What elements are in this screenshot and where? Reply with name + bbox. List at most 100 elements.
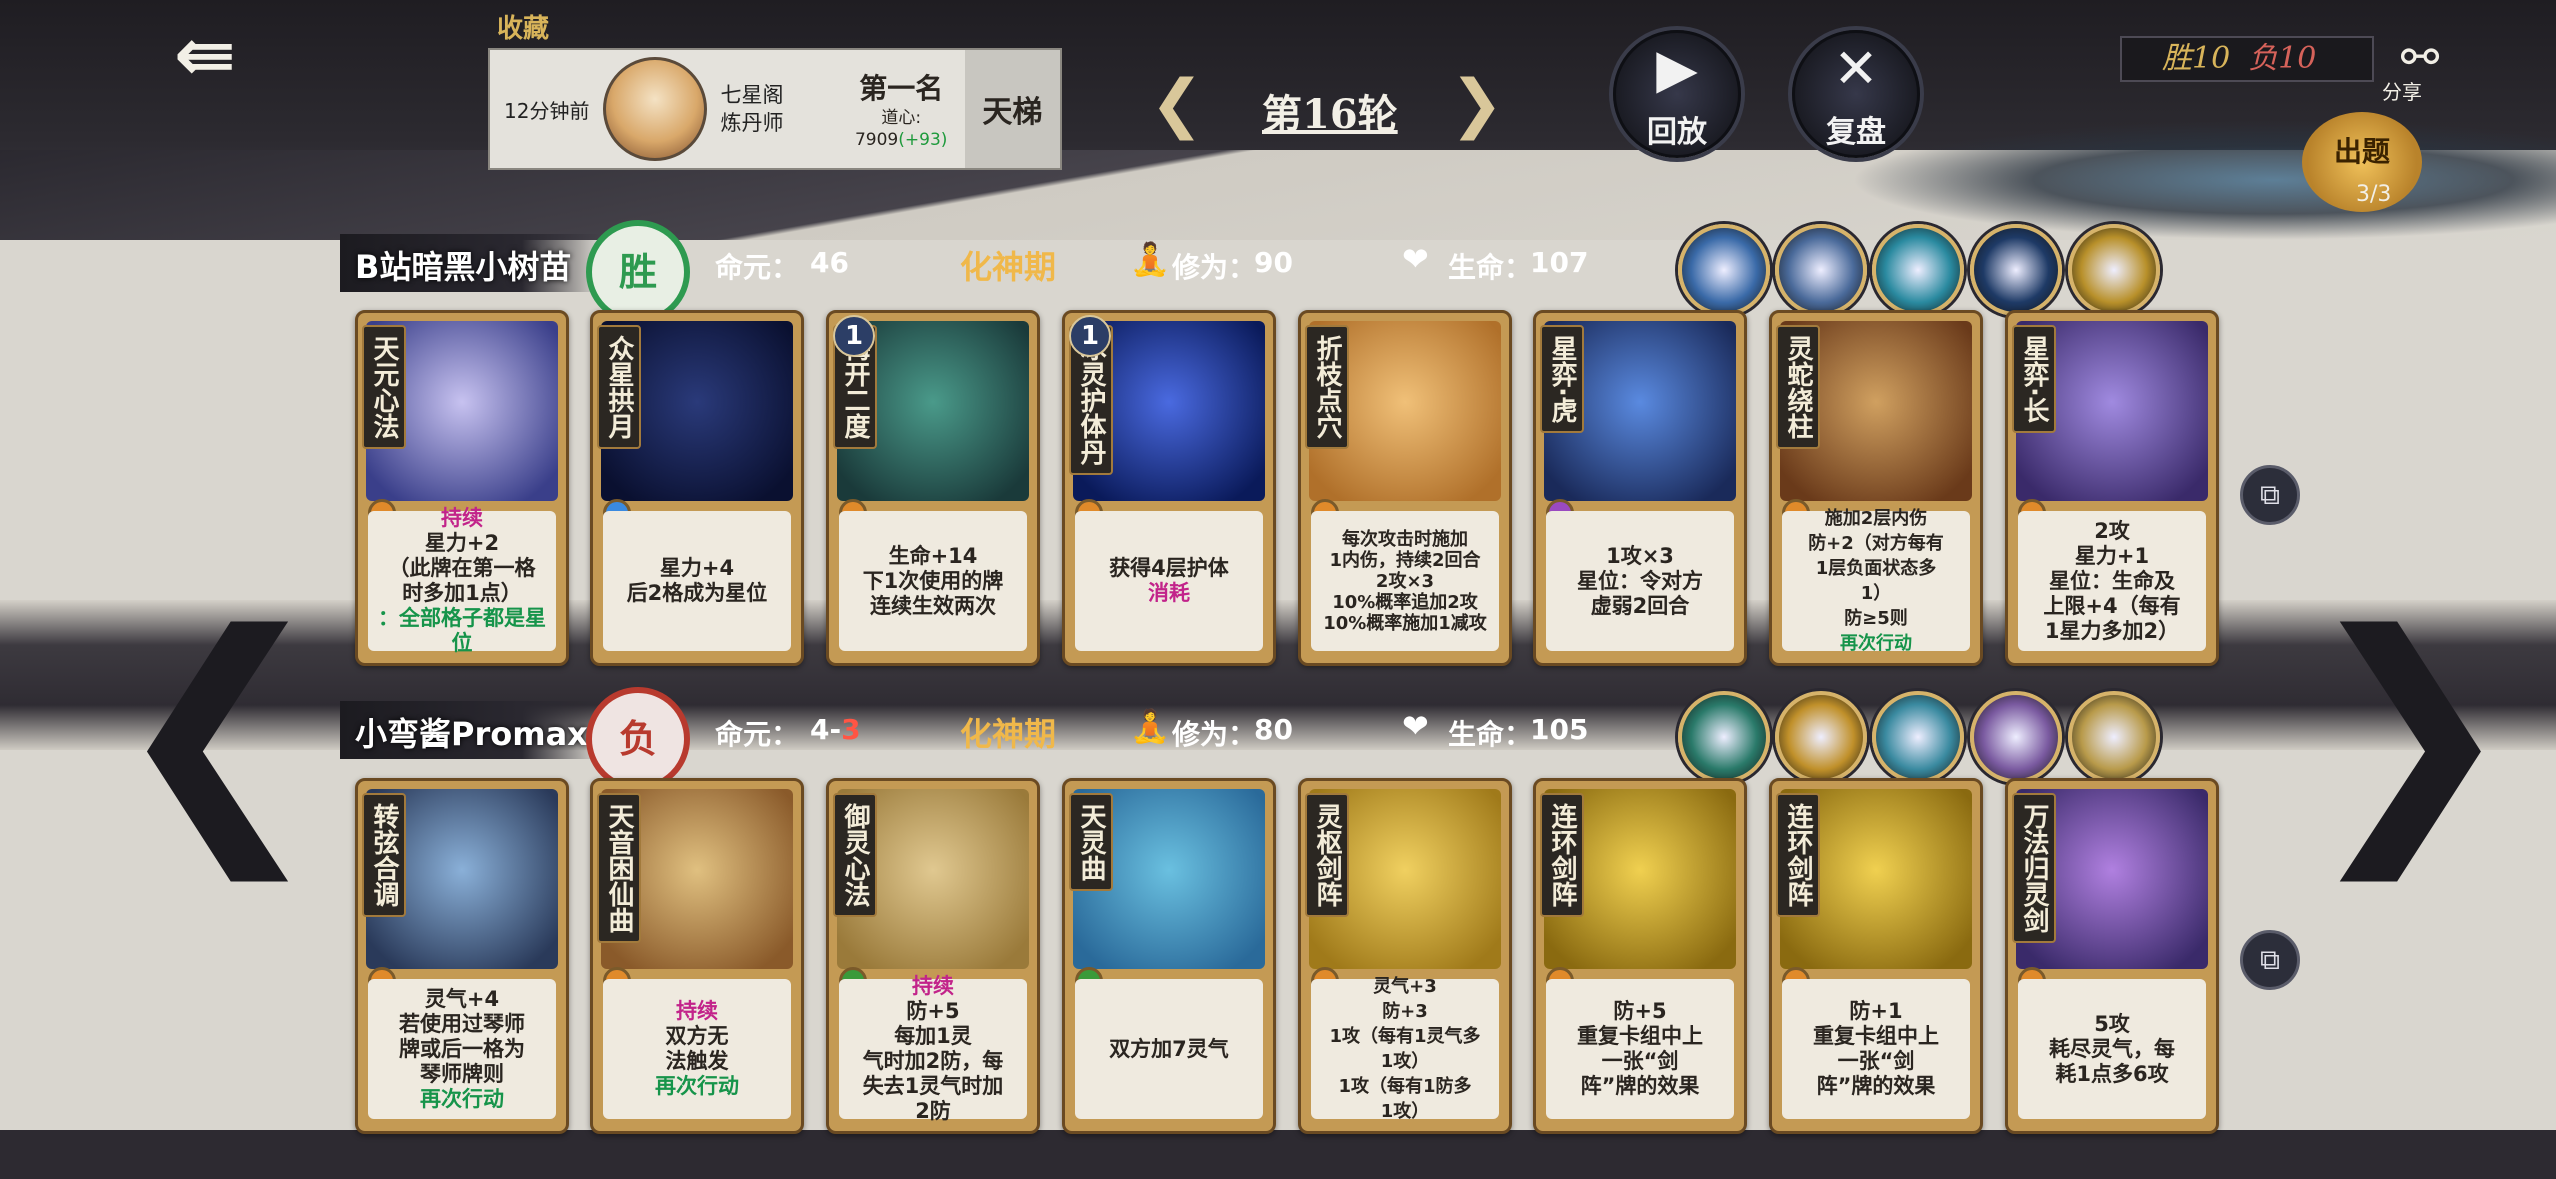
card-text-line: 时多加1点） bbox=[402, 581, 522, 605]
card[interactable]: 灵枢剑阵 灵气+3 防+3 1攻（每有1灵气多 1攻） 1攻（每有1防多 1攻） bbox=[1298, 778, 1512, 1134]
relic-icon[interactable] bbox=[1678, 691, 1770, 783]
cultivation-label: 修为： bbox=[1172, 718, 1257, 751]
card-description-body: 双方加7灵气 bbox=[1109, 1037, 1229, 1062]
prev-round-chevron-icon[interactable]: ❮ bbox=[1150, 72, 1204, 136]
card-description: 星力+4 后2格成为星位 bbox=[603, 511, 791, 651]
card[interactable]: 折枝点穴 每次攻击时施加 1内伤，持续2回合 2攻×3 10%概率追加2攻 10%概率施加… bbox=[1298, 310, 1512, 666]
card-text-line: 每次攻击时施加 bbox=[1341, 528, 1468, 550]
card-description: 每次攻击时施加 1内伤，持续2回合 2攻×3 10%概率追加2攻 10%概率施加1减攻 bbox=[1311, 511, 1499, 651]
relic-icon[interactable] bbox=[1678, 224, 1770, 316]
copy-deck-icon[interactable]: ⧉ bbox=[2240, 930, 2300, 990]
card-description-body: 防+1 重复卡组中上 一张“剑 阵”牌的效果 bbox=[1813, 999, 1939, 1099]
player-summary-box: 12分钟前 七星阁 炼丹师 第一名 道心: 7909(+93) 天梯 bbox=[488, 48, 1062, 170]
back-arrow-icon[interactable]: ⇚ bbox=[150, 18, 260, 92]
card-text-line: 施加2层内伤 bbox=[1824, 508, 1928, 529]
card[interactable]: 转弦合调灵气+4 若使用过琴师 牌或后一格为 琴师牌则 再次行动 bbox=[355, 778, 569, 1134]
losses-count: 负10 bbox=[2248, 41, 2317, 76]
ladder-label: 天梯 bbox=[964, 50, 1060, 168]
relic-icon[interactable] bbox=[1775, 691, 1867, 783]
card-description: 灵气+4 若使用过琴师 牌或后一格为 琴师牌则 再次行动 bbox=[368, 979, 556, 1119]
life-delta: 3 bbox=[841, 713, 861, 746]
card-name: 天音困仙曲 bbox=[597, 793, 641, 943]
next-round-chevron-icon[interactable]: ❯ bbox=[1450, 72, 1504, 136]
card-text-line: 星位：令对方 bbox=[1577, 568, 1703, 593]
card[interactable]: 天灵曲 双方加7灵气 bbox=[1062, 778, 1276, 1134]
relic-icon[interactable] bbox=[1872, 691, 1964, 783]
copy-deck-icon[interactable]: ⧉ bbox=[2240, 465, 2300, 525]
card[interactable]: 众星拱月星力+4 后2格成为星位 bbox=[590, 310, 804, 666]
card-text-line: 耗尽灵气，每 bbox=[2049, 1036, 2175, 1061]
card-name: 转弦合调 bbox=[362, 793, 406, 917]
share-label[interactable]: 分享 bbox=[2382, 76, 2422, 105]
card-description: 防+5 重复卡组中上 一张“剑 阵”牌的效果 bbox=[1546, 979, 1734, 1119]
cultivation-stage: 化神期 bbox=[960, 715, 1057, 753]
life-label: 命元： bbox=[715, 718, 800, 751]
card-keyword: ：全部格子都是星位 bbox=[378, 606, 546, 655]
card-text-line: （此牌在第一格 bbox=[388, 556, 536, 580]
card[interactable]: 万法归灵剑 5攻 耗尽灵气，每 耗1点多6攻 bbox=[2005, 778, 2219, 1134]
card-description: 生命+14 下1次使用的牌 连续生效两次 bbox=[839, 511, 1027, 651]
play-icon: ▶ bbox=[1656, 37, 1698, 100]
card-text-line: 耗1点多6攻 bbox=[2055, 1061, 2169, 1086]
replay-button[interactable]: ▶ 回放 bbox=[1613, 30, 1741, 158]
card-description: 灵气+3 防+3 1攻（每有1灵气多 1攻） 1攻（每有1防多 1攻） bbox=[1311, 976, 1499, 1122]
card[interactable]: 连环剑阵 防+5 重复卡组中上 一张“剑 阵”牌的效果 bbox=[1533, 778, 1747, 1134]
relic-icon[interactable] bbox=[2068, 224, 2160, 316]
card[interactable]: 连环剑阵 防+1 重复卡组中上 一张“剑 阵”牌的效果 bbox=[1769, 778, 1983, 1134]
card-text-line: 防≥5则 bbox=[1844, 608, 1908, 629]
card[interactable]: 天音困仙曲 持续 双方无 法触发 再次行动 bbox=[590, 778, 804, 1134]
next-page-arrow-icon[interactable]: ❯ bbox=[2300, 600, 2518, 860]
card-description-body: 获得4层护体 消耗 bbox=[1109, 556, 1229, 606]
player-title: 七星阁 炼丹师 bbox=[721, 81, 838, 137]
card-text-line: 1攻） bbox=[1380, 1101, 1430, 1122]
card-text-line: 灵气+3 bbox=[1373, 976, 1437, 997]
prev-page-arrow-icon[interactable]: ❮ bbox=[110, 600, 328, 860]
favorite-label[interactable]: 收藏 bbox=[497, 8, 549, 45]
card-text-line: 5攻 bbox=[2094, 1011, 2130, 1036]
card-text-line: 双方加7灵气 bbox=[1109, 1036, 1229, 1061]
review-button[interactable]: ✕ 复盘 bbox=[1792, 30, 1920, 158]
life-value-number: 4- bbox=[810, 713, 842, 746]
card-description-body: 持续 星力+2 （此牌在第一格 时多加1点） ：全部格子都是星位 bbox=[372, 506, 552, 656]
card-description: 1攻×3 星位：令对方 虚弱2回合 bbox=[1546, 511, 1734, 651]
card-text-line: 阵”牌的效果 bbox=[1580, 1074, 1700, 1098]
card-text-line: 重复卡组中上 bbox=[1577, 1024, 1703, 1048]
player-name: B站暗黑小树苗 bbox=[355, 248, 572, 286]
card-text-line: 失去1灵气时加 bbox=[862, 1074, 1004, 1098]
card-text-line: 2防 bbox=[915, 1099, 951, 1123]
relic-icon[interactable] bbox=[2068, 691, 2160, 783]
card-text-line: 防+5 bbox=[1613, 999, 1667, 1023]
card-text-line: 生命+14 bbox=[888, 543, 978, 568]
card-text-line: 法触发 bbox=[665, 1049, 729, 1073]
card[interactable]: 御灵心法 持续 防+5 每加1灵 气时加2防，每 失去1灵气时加 2防 bbox=[826, 778, 1040, 1134]
card[interactable]: 星弈·虎 1攻×3 星位：令对方 虚弱2回合 bbox=[1533, 310, 1747, 666]
relic-icon[interactable] bbox=[1970, 224, 2062, 316]
card-name: 星弈·虎 bbox=[1540, 325, 1584, 433]
card[interactable]: 星弈·长 2攻 星力+1 星位：生命及 上限+4（每有 1星力多加2） bbox=[2005, 310, 2219, 666]
card-keyword: 持续 bbox=[676, 999, 718, 1023]
cultivation-label: 修为： bbox=[1172, 251, 1257, 284]
relic-icon[interactable] bbox=[1872, 224, 1964, 316]
avatar bbox=[603, 57, 707, 161]
card[interactable]: 天元心法 持续 星力+2 （此牌在第一格 时多加1点） ：全部格子都是星位 bbox=[355, 310, 569, 666]
relic-icon[interactable] bbox=[1775, 224, 1867, 316]
card-name: 万法归灵剑 bbox=[2012, 793, 2056, 943]
card-name: 御灵心法 bbox=[833, 793, 877, 917]
card[interactable]: 梅开二度 1 生命+14 下1次使用的牌 连续生效两次 bbox=[826, 310, 1040, 666]
meditating-person-icon: 🧘 bbox=[1130, 707, 1170, 745]
card[interactable]: 冰灵护体丹 1 获得4层护体 消耗 bbox=[1062, 310, 1276, 666]
card-name: 星弈·长 bbox=[2012, 325, 2056, 433]
card-text-line: 防+5 bbox=[906, 999, 960, 1023]
card[interactable]: 灵蛇绕柱 施加2层内伤 防+2（对方每有 1层负面状态多 1） 防≥5则 再次行动 bbox=[1769, 310, 1983, 666]
crossed-swords-icon: ✕ bbox=[1833, 37, 1879, 100]
life-value: 4-3 bbox=[810, 713, 861, 746]
relic-icon[interactable] bbox=[1970, 691, 2062, 783]
result-badge: 负 bbox=[586, 687, 690, 791]
card-name: 灵蛇绕柱 bbox=[1776, 325, 1820, 449]
card-text-line: 防+2（对方每有 bbox=[1808, 533, 1944, 554]
card-text-line: 一张“剑 bbox=[1837, 1049, 1915, 1073]
card-name: 众星拱月 bbox=[597, 325, 641, 449]
card-description-body: 每次攻击时施加 1内伤，持续2回合 2攻×3 10%概率追加2攻 10%概率施加1减攻 bbox=[1323, 529, 1487, 634]
life-value: 46 bbox=[810, 246, 849, 279]
hp-value: 105 bbox=[1530, 713, 1589, 746]
